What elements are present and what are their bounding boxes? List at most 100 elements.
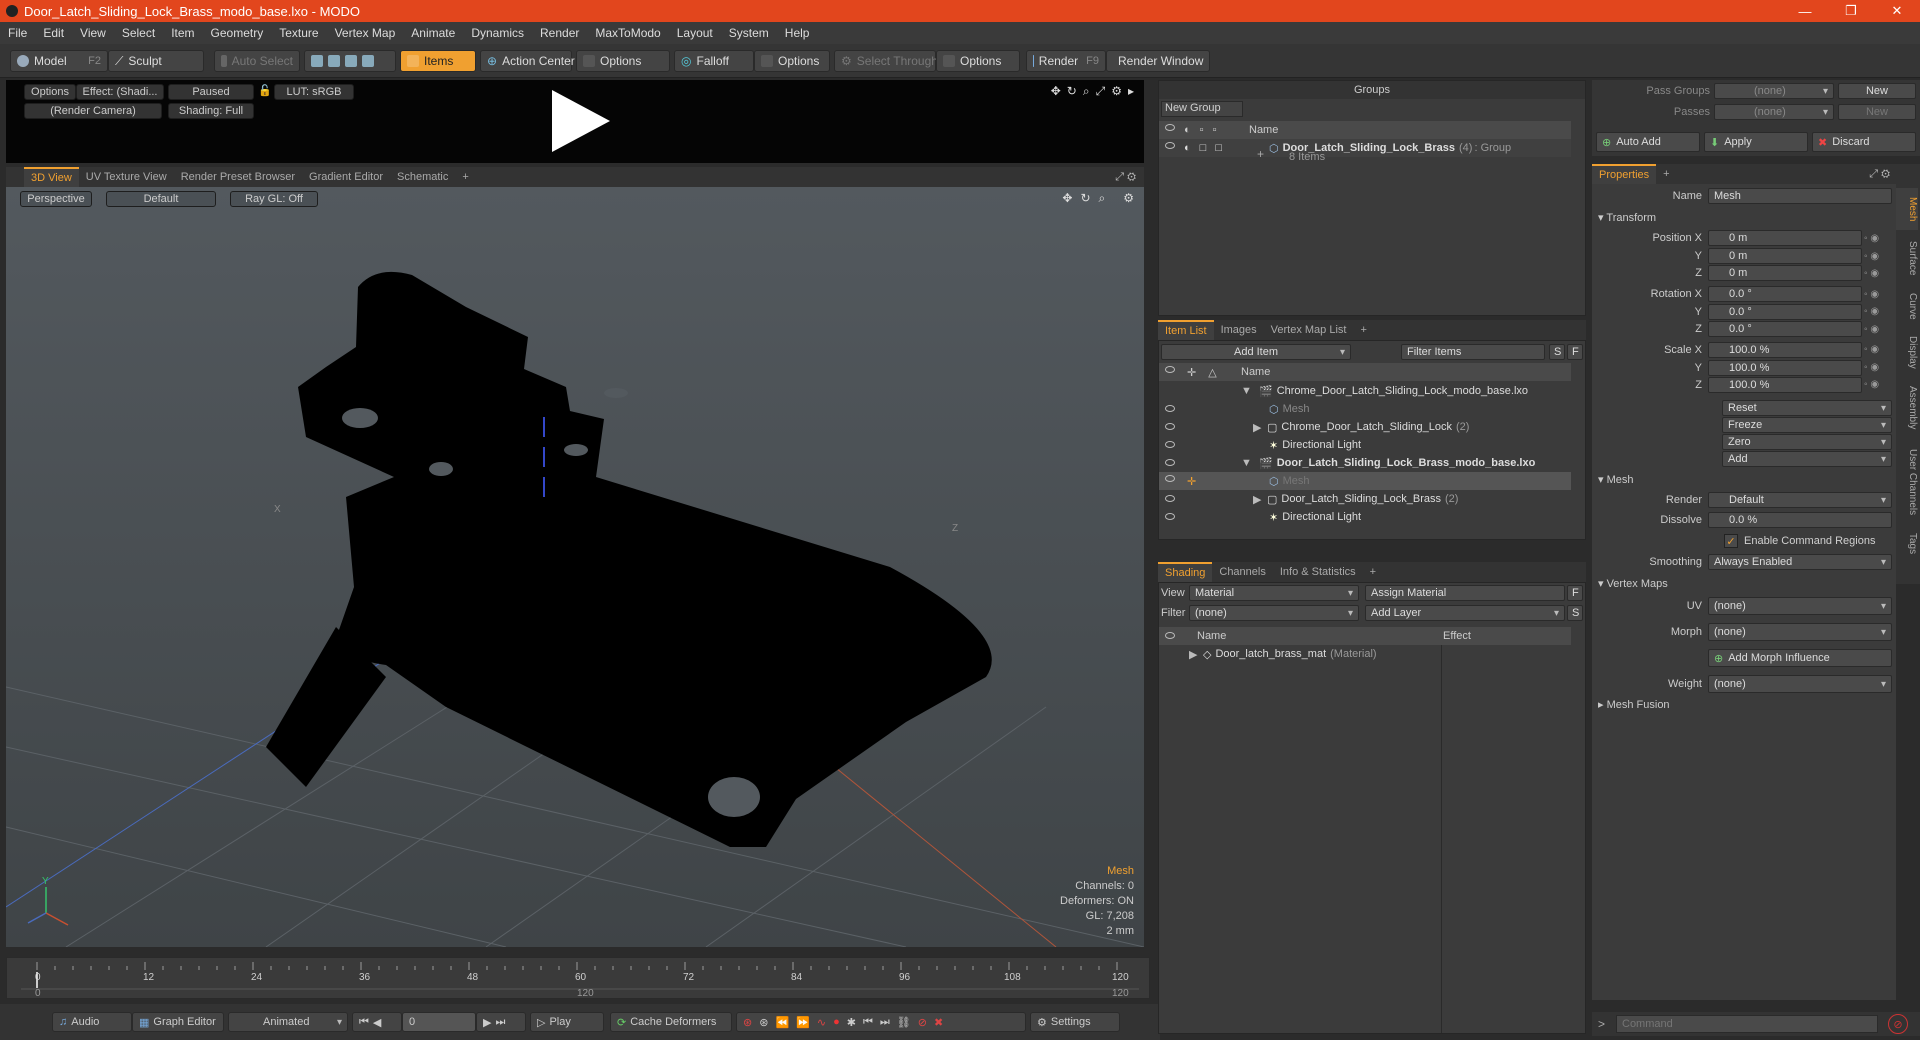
new-pass-group-button[interactable]: New — [1838, 83, 1916, 99]
channel-toggle-icon[interactable]: ◦ ◉ — [1864, 286, 1892, 304]
list-item-scene-brass[interactable]: ▼ 🎬 Door_Latch_Sliding_Lock_Brass_modo_bas… — [1159, 454, 1571, 472]
record-icon[interactable]: ● — [833, 1016, 840, 1028]
tab-channels[interactable]: Channels — [1212, 562, 1272, 582]
new-group-button[interactable]: New Group — [1161, 101, 1243, 117]
key-curve-icon[interactable]: ∿ — [817, 1016, 826, 1029]
add-morph-influence-button[interactable]: ⊕ Add Morph Influence — [1708, 649, 1892, 667]
step-forward-icon[interactable]: ▶ — [483, 1016, 491, 1029]
uv-dropdown[interactable]: (none) — [1708, 597, 1892, 615]
apply-button[interactable]: ⬇ Apply — [1704, 132, 1808, 152]
expand-arrow-icon[interactable]: ▶ — [1253, 493, 1267, 506]
assign-material-button[interactable]: Assign Material — [1365, 585, 1565, 601]
maximize-icon[interactable]: ⤢ — [1115, 171, 1124, 183]
gear-icon[interactable]: ⚙ — [1111, 84, 1122, 99]
action-center-options-button[interactable]: Options — [576, 50, 670, 72]
tab-shading[interactable]: Shading — [1158, 562, 1213, 582]
menu-item[interactable]: Item — [163, 26, 202, 40]
3d-viewport[interactable]: Perspective Default Ray GL: Off ✥ ↻ ⌕ ⚙ — [6, 187, 1144, 947]
auto-select-button[interactable]: Auto Select — [214, 50, 300, 72]
polygons-mode-icon[interactable] — [345, 55, 357, 67]
channel-toggle-icon[interactable]: ◦ ◉ — [1864, 303, 1892, 321]
lock-icon[interactable]: □ — [1200, 142, 1207, 154]
auto-key-icon[interactable]: ⊛ — [759, 1016, 768, 1029]
freeze-dropdown[interactable]: Freeze — [1722, 417, 1892, 433]
expand-arrow-icon[interactable]: ▸ — [1128, 84, 1134, 99]
filter-s-button[interactable]: S — [1549, 344, 1565, 360]
side-tab-user-channels[interactable]: User Channels — [1896, 440, 1918, 524]
preview-effect-dropdown[interactable]: Effect: (Shadi... — [76, 84, 164, 100]
eye-icon[interactable] — [1165, 365, 1175, 373]
scale-y-input[interactable]: 100.0 % — [1708, 360, 1862, 376]
lock-icon[interactable]: △ — [1208, 366, 1216, 379]
mesh-section[interactable]: ▾ Mesh — [1598, 473, 1633, 486]
add-layer-dropdown[interactable]: Add Layer — [1365, 605, 1565, 621]
collapse-arrow-icon[interactable]: ▼ — [1241, 457, 1255, 469]
step-back-icon[interactable]: ◀ — [373, 1016, 381, 1029]
maximize-icon[interactable]: ⤢ — [1096, 84, 1106, 99]
tab-render-preset-browser[interactable]: Render Preset Browser — [174, 167, 302, 187]
eye-icon[interactable] — [1165, 459, 1175, 466]
items-mode-button[interactable]: Items — [400, 50, 476, 72]
render-button[interactable]: Render F9 — [1026, 50, 1106, 72]
render-window-button[interactable]: Render Window — [1106, 50, 1210, 72]
menu-geometry[interactable]: Geometry — [203, 26, 272, 40]
pan-icon[interactable]: ✥ — [1051, 84, 1061, 99]
rotation-y-input[interactable]: 0.0 ° — [1708, 304, 1862, 320]
menu-layout[interactable]: Layout — [669, 26, 721, 40]
close-icon[interactable]: ✕ — [1874, 0, 1920, 22]
eye-icon[interactable] — [1165, 513, 1175, 520]
preview-lut-dropdown[interactable]: LUT: sRGB — [274, 84, 354, 100]
filter-dropdown[interactable]: (none) — [1189, 605, 1359, 621]
transform-section[interactable]: ▾ Transform — [1598, 211, 1656, 224]
side-tab-curve[interactable]: Curve — [1896, 286, 1918, 326]
view-dropdown[interactable]: Material — [1189, 585, 1359, 601]
name-input[interactable]: Mesh — [1708, 188, 1892, 204]
tab-properties[interactable]: Properties — [1592, 164, 1657, 184]
side-tab-tags[interactable]: Tags — [1896, 526, 1918, 562]
menu-maxtomodo[interactable]: MaxToModo — [587, 26, 668, 40]
animated-dropdown[interactable]: Animated — [228, 1012, 348, 1032]
list-item-mesh-brass[interactable]: ✛ ⬡ Mesh — [1159, 472, 1571, 490]
eye-icon[interactable] — [1165, 142, 1175, 149]
expand-arrow-icon[interactable]: ▶ — [1189, 648, 1203, 661]
select-icon[interactable]: ▫ — [1213, 124, 1217, 136]
add-item-dropdown[interactable]: Add Item — [1161, 344, 1351, 360]
minimize-icon[interactable]: — — [1782, 0, 1828, 22]
add-tab-button[interactable]: + — [1656, 164, 1676, 184]
enable-command-regions-checkbox[interactable]: ✓ Enable Command Regions — [1724, 532, 1892, 550]
restore-icon[interactable]: ❐ — [1828, 0, 1874, 22]
menu-texture[interactable]: Texture — [271, 26, 326, 40]
skip-end-icon[interactable]: ⏭ — [495, 1016, 505, 1029]
add-tab-button[interactable]: + — [1363, 562, 1383, 582]
auto-add-button[interactable]: ⊕ Auto Add — [1596, 132, 1700, 152]
side-tab-surface[interactable]: Surface — [1896, 232, 1918, 284]
tab-gradient-editor[interactable]: Gradient Editor — [302, 167, 390, 187]
command-stop-icon[interactable]: ⊘ — [1888, 1014, 1908, 1034]
preview-camera-dropdown[interactable]: (Render Camera) — [24, 103, 162, 119]
filter-f-button[interactable]: F — [1567, 344, 1583, 360]
discard-button[interactable]: ✖ Discard — [1812, 132, 1916, 152]
tab-uv-texture-view[interactable]: UV Texture View — [79, 167, 174, 187]
render-dropdown[interactable]: Default — [1708, 492, 1892, 508]
preview-paused-button[interactable]: Paused — [168, 84, 254, 100]
channel-toggle-icon[interactable]: ◦ ◉ — [1864, 230, 1892, 248]
scale-x-input[interactable]: 100.0 % — [1708, 342, 1862, 358]
menu-view[interactable]: View — [72, 26, 114, 40]
select-through-options-button[interactable]: Options — [936, 50, 1020, 72]
menu-animate[interactable]: Animate — [403, 26, 463, 40]
menu-vertex-map[interactable]: Vertex Map — [327, 26, 404, 40]
menu-select[interactable]: Select — [114, 26, 163, 40]
gear-icon[interactable]: ⚙ — [1127, 171, 1136, 183]
rotation-z-input[interactable]: 0.0 ° — [1708, 321, 1862, 337]
morph-dropdown[interactable]: (none) — [1708, 623, 1892, 641]
tab-info-statistics[interactable]: Info & Statistics — [1273, 562, 1363, 582]
eye-icon[interactable] — [1165, 632, 1175, 639]
render-icon[interactable]: ◐ — [1184, 124, 1191, 136]
graph-editor-button[interactable]: ▦ Graph Editor — [132, 1012, 224, 1032]
tab-vertex-map-list[interactable]: Vertex Map List — [1264, 320, 1354, 340]
zoom-icon[interactable]: ⌕ — [1083, 84, 1090, 99]
first-key-icon[interactable]: ⏮ — [863, 1016, 873, 1029]
position-z-input[interactable]: 0 m — [1708, 265, 1862, 281]
rotation-x-input[interactable]: 0.0 ° — [1708, 286, 1862, 302]
tab-images[interactable]: Images — [1214, 320, 1264, 340]
